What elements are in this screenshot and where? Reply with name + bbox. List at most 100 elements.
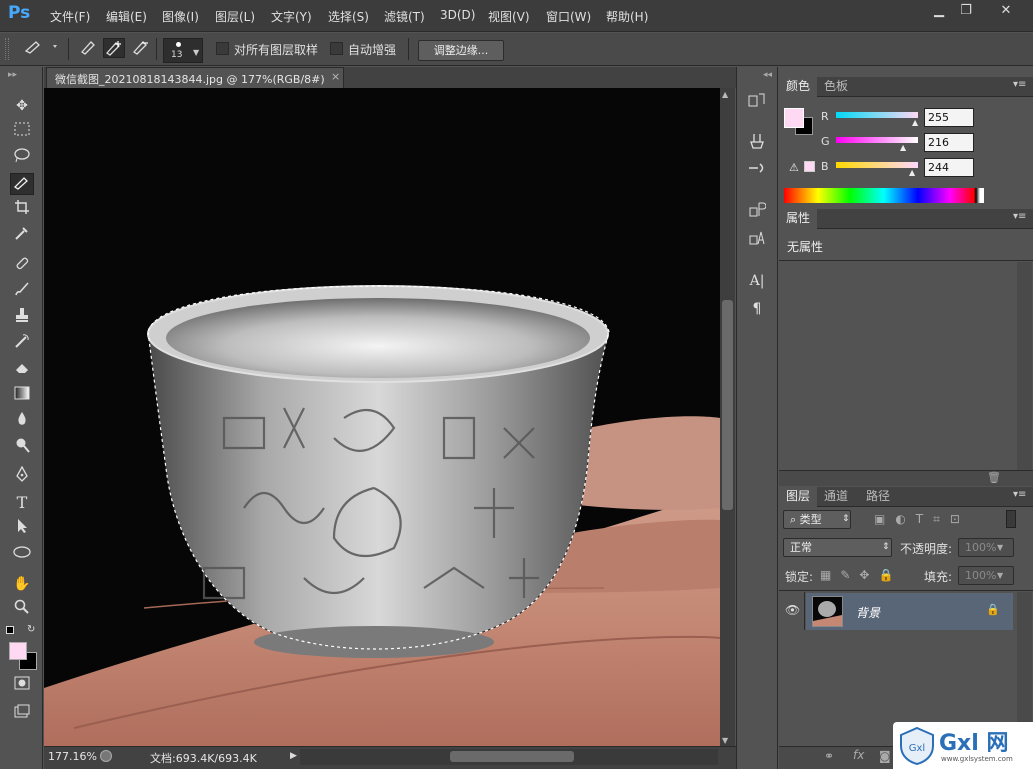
- clone-stamp-tool-icon[interactable]: [10, 307, 34, 329]
- ellipse-tool-icon[interactable]: [10, 544, 34, 566]
- panel-menu-icon[interactable]: ▾≡: [1013, 211, 1026, 222]
- move-tool-icon[interactable]: ✥: [10, 95, 34, 117]
- brush-presets-panel-icon[interactable]: [745, 132, 769, 154]
- menu-edit[interactable]: 编辑(E): [106, 8, 147, 25]
- panel-menu-icon[interactable]: ▾≡: [1013, 489, 1026, 500]
- swap-colors-icon[interactable]: ↻: [27, 624, 35, 635]
- tool-preset-picker[interactable]: [22, 38, 62, 58]
- sample-all-layers-checkbox[interactable]: [216, 42, 229, 55]
- collapse-panels-icon[interactable]: ◂◂: [763, 70, 772, 80]
- gamut-warning-icon[interactable]: ⚠: [789, 161, 799, 174]
- menu-layer[interactable]: 图层(L): [215, 8, 255, 25]
- brush-size-picker[interactable]: 13 ▼: [163, 38, 203, 63]
- tab-paths[interactable]: 路径: [859, 487, 897, 507]
- brush-panel-icon[interactable]: [745, 160, 769, 182]
- red-slider[interactable]: [836, 112, 918, 118]
- layer-style-fx-icon[interactable]: fx: [853, 748, 864, 762]
- panel-menu-icon[interactable]: ▾≡: [1013, 79, 1026, 90]
- trash-icon[interactable]: 🗑: [987, 471, 1001, 484]
- clone-source-panel-icon[interactable]: [745, 201, 769, 223]
- tab-properties[interactable]: 属性: [779, 209, 818, 229]
- crop-tool-icon[interactable]: [10, 199, 34, 221]
- lock-icons[interactable]: ▦✎✥🔒: [820, 568, 902, 582]
- fg-color-chip[interactable]: [784, 108, 804, 128]
- opacity-input[interactable]: 100% ▼: [958, 538, 1014, 557]
- auto-enhance-checkbox[interactable]: [330, 42, 343, 55]
- menu-view[interactable]: 视图(V): [488, 8, 530, 25]
- pen-tool-icon[interactable]: [10, 465, 34, 488]
- zoom-tool-icon[interactable]: [10, 599, 34, 621]
- type-tool-icon[interactable]: T: [10, 492, 34, 514]
- quick-selection-tool-icon[interactable]: [10, 173, 34, 195]
- new-selection-icon[interactable]: [78, 38, 100, 58]
- layer-name[interactable]: 背景: [856, 604, 880, 621]
- blur-tool-icon[interactable]: [10, 411, 34, 433]
- layer-row-background[interactable]: 背景 🔒: [806, 593, 1013, 630]
- dodge-tool-icon[interactable]: [10, 437, 34, 459]
- character-panel-icon[interactable]: A|: [745, 270, 769, 292]
- menu-type[interactable]: 文字(Y): [271, 8, 312, 25]
- menu-file[interactable]: 文件(F): [50, 8, 90, 25]
- layer-filter-icons[interactable]: ▣◐T⌗⊡: [874, 512, 970, 527]
- scroll-down-icon[interactable]: ▼: [722, 736, 728, 745]
- layer-visibility-cell[interactable]: 👁: [779, 592, 805, 630]
- marquee-tool-icon[interactable]: [10, 121, 34, 143]
- green-value-input[interactable]: 216: [924, 133, 974, 152]
- screen-mode-icon[interactable]: [10, 703, 34, 725]
- blend-mode-select[interactable]: 正常 ⇕: [783, 538, 892, 557]
- menu-image[interactable]: 图像(I): [162, 8, 199, 25]
- subtract-from-selection-icon[interactable]: [130, 38, 152, 58]
- history-brush-tool-icon[interactable]: [10, 333, 34, 355]
- horizontal-scroll-thumb[interactable]: [450, 751, 574, 762]
- document-canvas[interactable]: [44, 88, 720, 746]
- vertical-scroll-thumb[interactable]: [722, 300, 733, 510]
- blue-slider[interactable]: [836, 162, 918, 168]
- properties-scrollbar[interactable]: [1017, 262, 1032, 470]
- blue-slider-handle-icon[interactable]: ▲: [909, 168, 915, 177]
- minimize-button[interactable]: ▁: [924, 1, 954, 21]
- layer-mask-icon[interactable]: ◙: [879, 749, 891, 763]
- blue-value-input[interactable]: 244: [924, 158, 974, 177]
- fill-input[interactable]: 100% ▼: [958, 566, 1014, 585]
- tab-swatches[interactable]: 色板: [817, 77, 855, 97]
- history-panel-icon[interactable]: [745, 92, 769, 114]
- gamut-color-swatch[interactable]: [804, 161, 815, 172]
- add-to-selection-icon[interactable]: [103, 38, 125, 58]
- close-window-button[interactable]: ✕: [986, 1, 1026, 21]
- brush-tool-icon[interactable]: [10, 281, 34, 303]
- green-slider-handle-icon[interactable]: ▲: [900, 143, 906, 152]
- tab-color[interactable]: 颜色: [779, 77, 818, 97]
- eraser-tool-icon[interactable]: [10, 359, 34, 381]
- healing-brush-tool-icon[interactable]: [10, 255, 34, 277]
- color-spectrum-bar[interactable]: [784, 188, 984, 203]
- eyedropper-tool-icon[interactable]: [10, 225, 34, 247]
- status-menu-arrow-icon[interactable]: ▶: [290, 751, 297, 761]
- menu-window[interactable]: 窗口(W): [546, 8, 591, 25]
- path-selection-tool-icon[interactable]: [10, 518, 34, 540]
- document-tab[interactable]: 微信截图_20210818143844.jpg @ 177%(RGB/8#) ×: [46, 67, 344, 88]
- red-value-input[interactable]: 255: [924, 108, 974, 127]
- tab-layers[interactable]: 图层: [779, 487, 818, 507]
- refine-edge-button[interactable]: 调整边缘...: [418, 40, 504, 61]
- paragraph-panel-icon[interactable]: ¶: [745, 298, 769, 320]
- menu-3d[interactable]: 3D(D): [440, 8, 475, 22]
- filter-toggle[interactable]: [1006, 510, 1016, 528]
- close-tab-icon[interactable]: ×: [331, 70, 340, 83]
- layer-filter-select[interactable]: ⌕ 类型 ⇕: [783, 510, 851, 529]
- hand-tool-icon[interactable]: ✋: [10, 573, 34, 595]
- collapse-toolbar-icon[interactable]: ▸▸: [8, 70, 17, 80]
- character-styles-panel-icon[interactable]: [745, 229, 769, 251]
- tab-channels[interactable]: 通道: [817, 487, 855, 507]
- quick-mask-icon[interactable]: [10, 675, 34, 697]
- maximize-button[interactable]: ❐: [951, 1, 981, 21]
- lasso-tool-icon[interactable]: [10, 147, 34, 169]
- red-slider-handle-icon[interactable]: ▲: [912, 118, 918, 127]
- link-layers-icon[interactable]: ⚭: [824, 749, 834, 763]
- status-info-icon[interactable]: [100, 750, 112, 762]
- scroll-up-icon[interactable]: ▲: [722, 90, 728, 99]
- menu-select[interactable]: 选择(S): [328, 8, 369, 25]
- foreground-color-swatch[interactable]: [9, 642, 27, 660]
- menu-filter[interactable]: 滤镜(T): [384, 8, 425, 25]
- zoom-level[interactable]: 177.16%: [48, 750, 97, 763]
- gradient-tool-icon[interactable]: [10, 385, 34, 407]
